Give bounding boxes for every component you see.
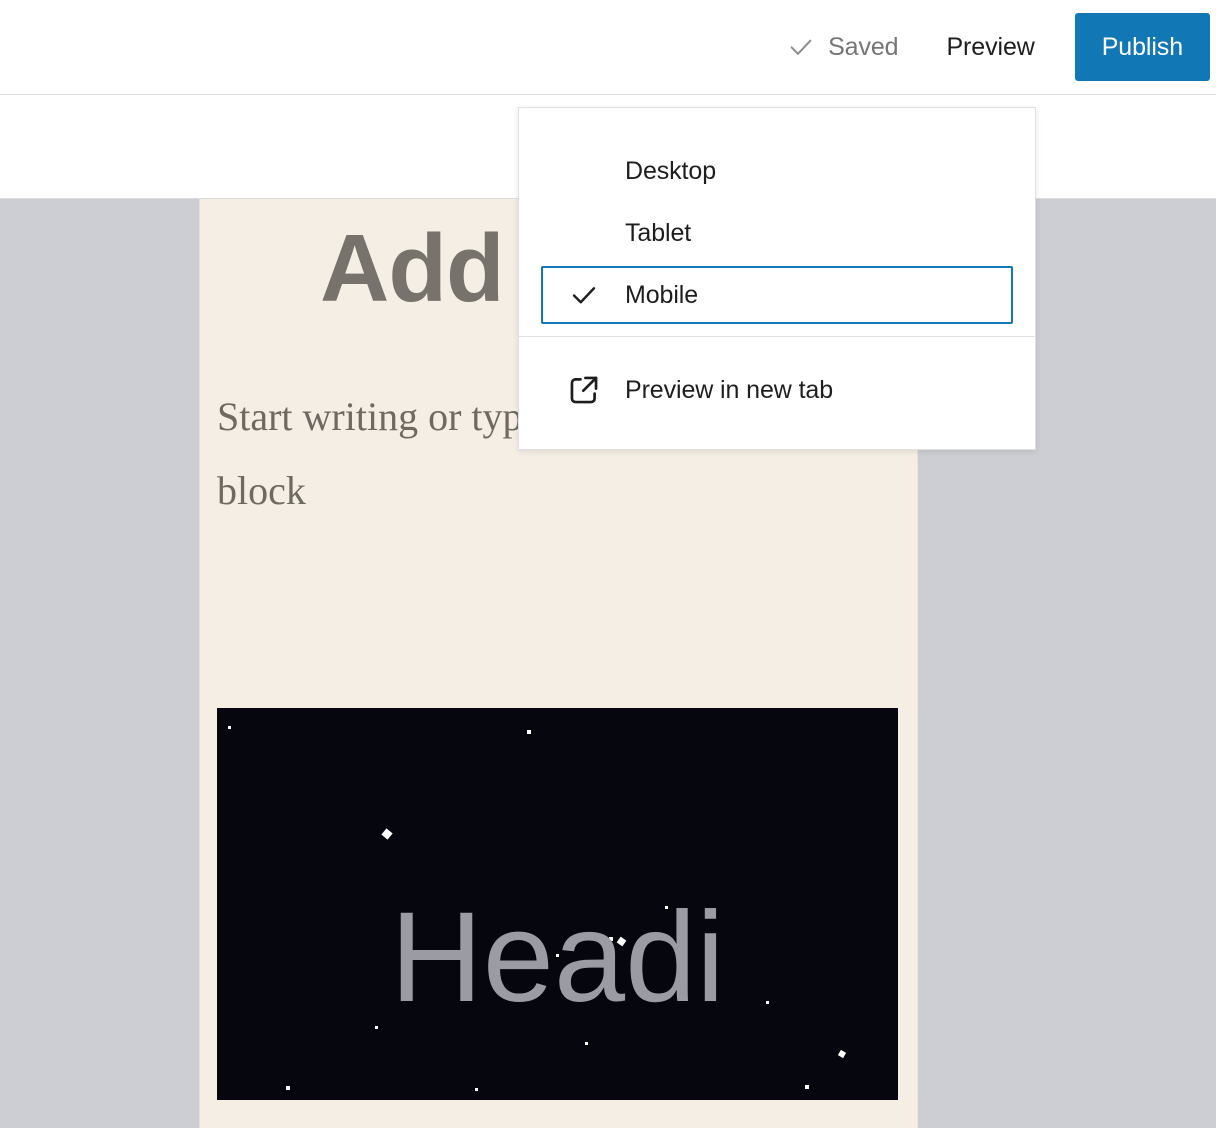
save-status-label: Saved (828, 32, 899, 61)
device-options-group: Desktop Tablet Mobile (519, 108, 1035, 336)
star-speck (375, 1026, 378, 1029)
cover-block[interactable]: Headi (217, 708, 898, 1100)
header-actions: Saved Preview Publish (781, 0, 1216, 94)
save-status-indicator[interactable]: Saved (781, 13, 904, 81)
star-speck (837, 1049, 847, 1059)
star-speck (286, 1086, 290, 1090)
preview-option-desktop-label: Desktop (625, 156, 717, 185)
preview-in-new-tab-item[interactable]: Preview in new tab (541, 361, 1013, 419)
star-speck (228, 726, 231, 729)
check-icon (543, 280, 625, 310)
preview-option-mobile[interactable]: Mobile (541, 266, 1013, 324)
preview-options-dropdown: Desktop Tablet Mobile Preview in new tab (518, 107, 1036, 450)
star-speck (585, 1042, 588, 1045)
preview-button[interactable]: Preview (930, 19, 1050, 76)
publish-button[interactable]: Publish (1074, 13, 1210, 81)
external-link-icon (543, 373, 625, 407)
preview-option-tablet-label: Tablet (625, 218, 692, 247)
preview-option-tablet[interactable]: Tablet (541, 204, 1013, 262)
star-speck (475, 1088, 478, 1091)
editor-window: Saved Preview Publish Add Start writing … (0, 0, 1216, 1128)
preview-option-mobile-label: Mobile (625, 280, 699, 309)
star-speck (381, 828, 393, 840)
preview-in-new-tab-label: Preview in new tab (625, 375, 834, 404)
star-speck (766, 1001, 769, 1004)
editor-header-toolbar: Saved Preview Publish (0, 0, 1216, 95)
star-speck (805, 1085, 809, 1089)
cover-block-heading[interactable]: Headi (390, 893, 724, 1022)
check-icon (787, 33, 815, 61)
star-speck (527, 730, 531, 734)
preview-option-desktop[interactable]: Desktop (541, 142, 1013, 200)
preview-actions-group: Preview in new tab (519, 336, 1035, 449)
